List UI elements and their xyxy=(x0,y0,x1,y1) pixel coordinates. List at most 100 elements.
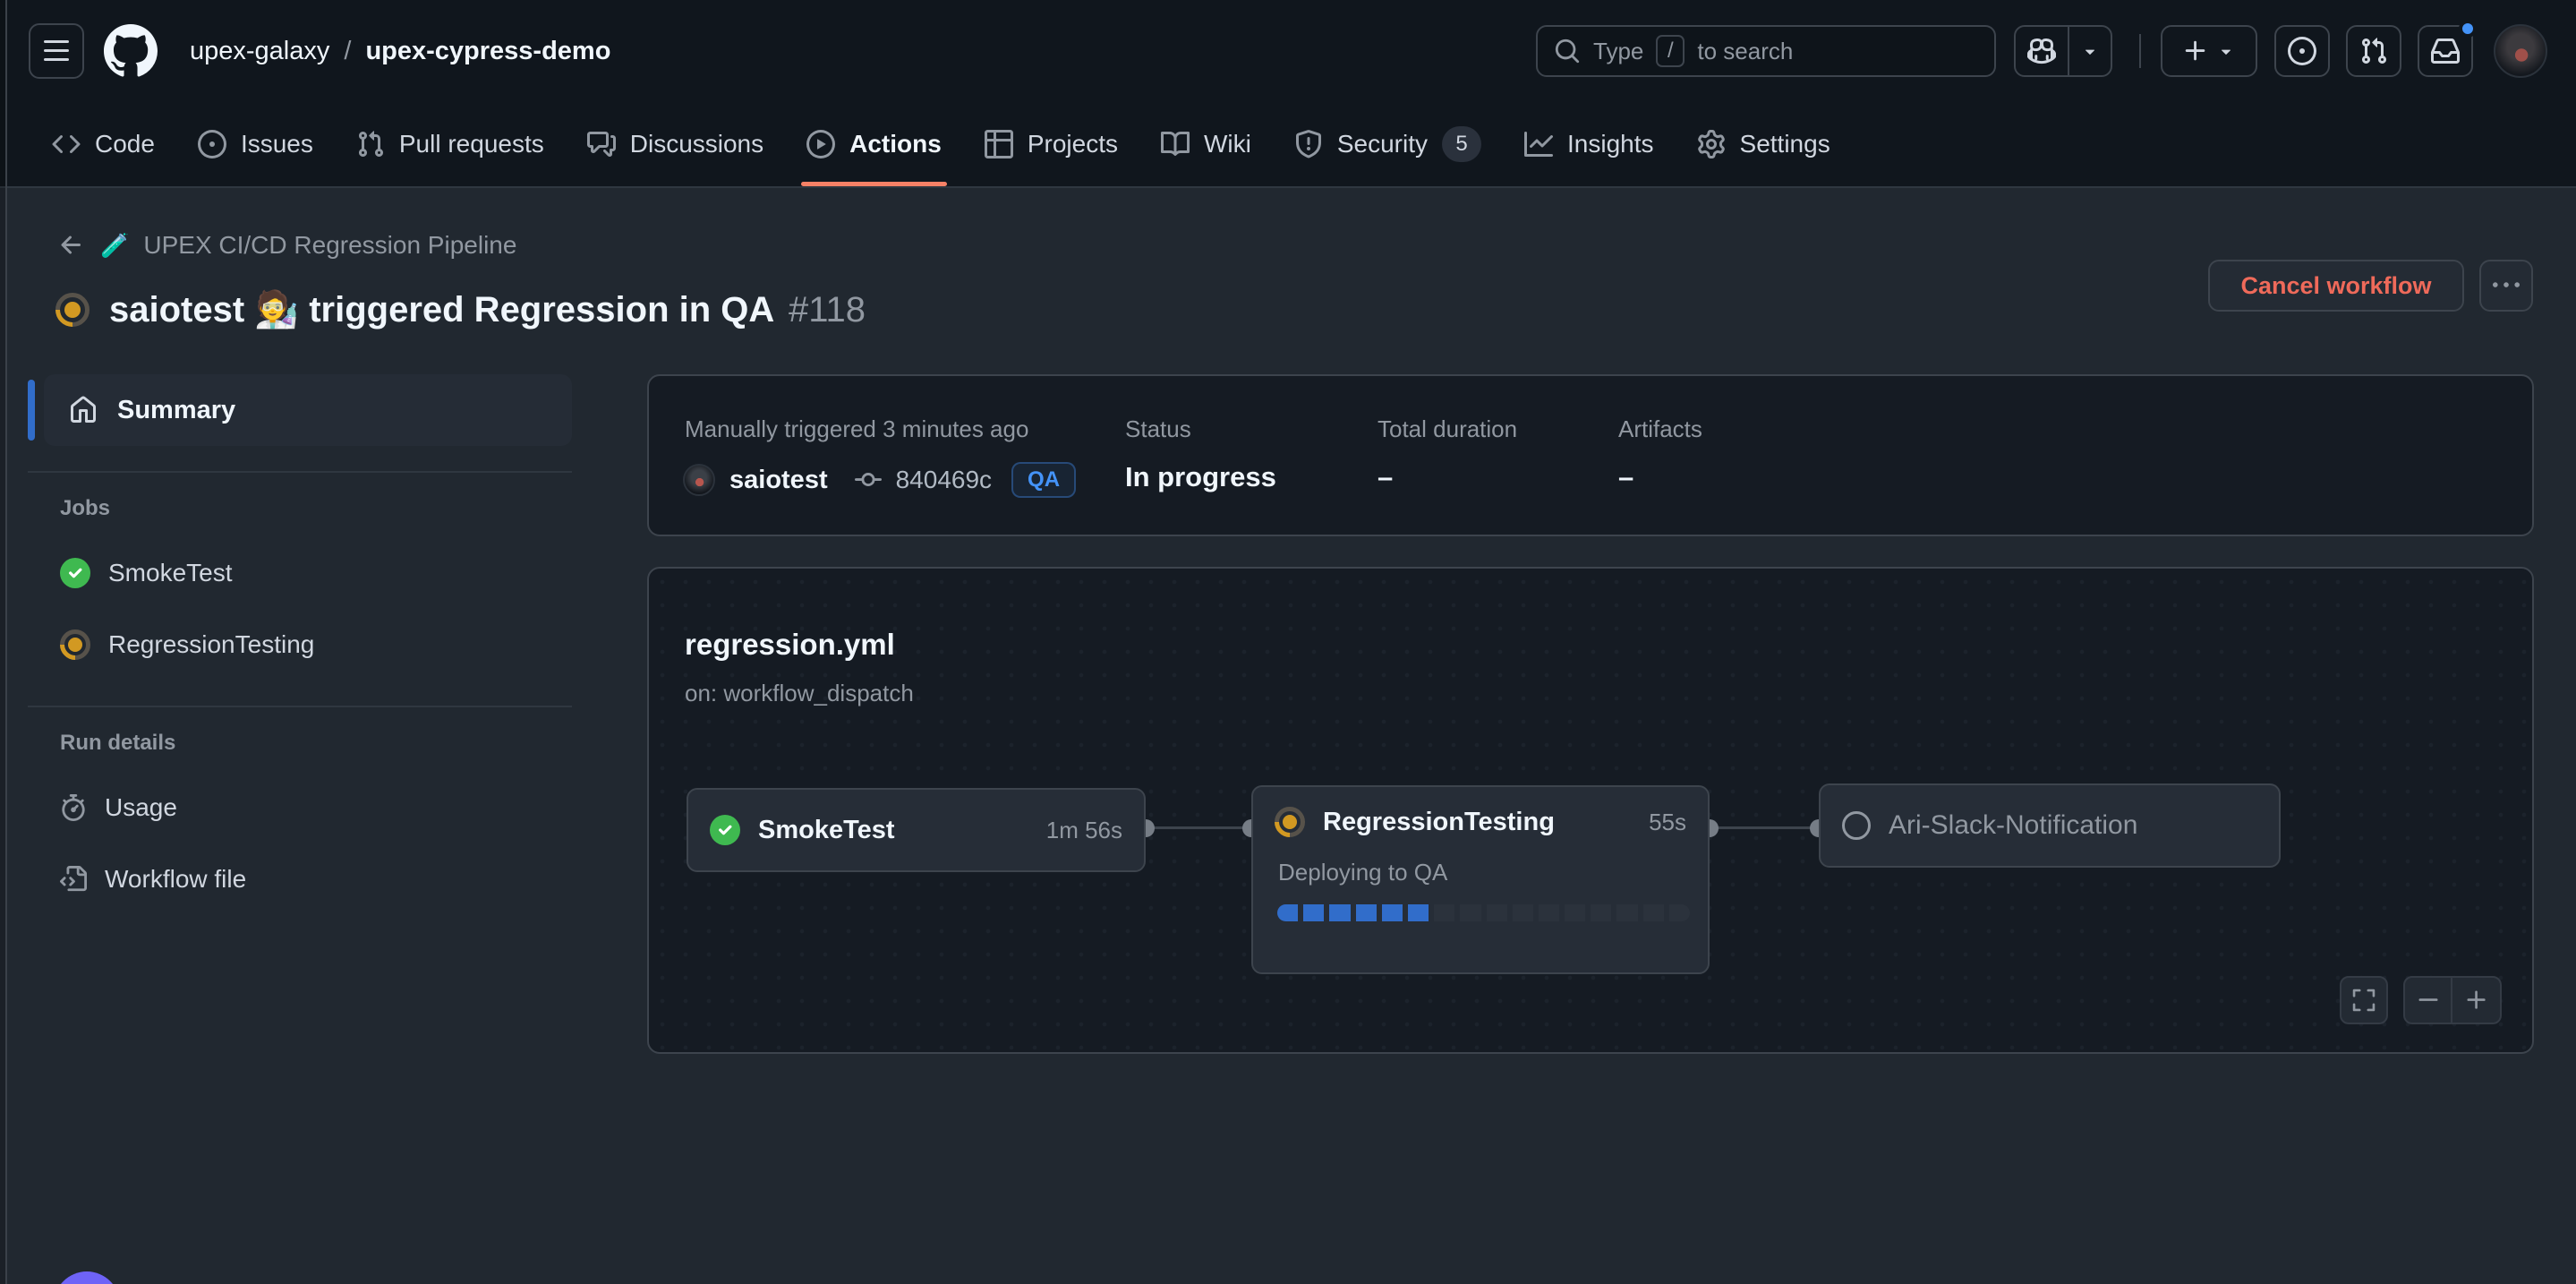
node-duration: 1m 56s xyxy=(1046,817,1122,844)
duration-value: – xyxy=(1378,461,1517,493)
tab-pull-requests[interactable]: Pull requests xyxy=(340,102,560,186)
sidebar-item-workflow-file[interactable]: Workflow file xyxy=(55,851,572,908)
sidebar-item-usage[interactable]: Usage xyxy=(55,779,572,836)
run-options-kebab-button[interactable] xyxy=(2479,260,2533,312)
workflow-trigger: on: workflow_dispatch xyxy=(685,680,914,707)
artifacts-value: – xyxy=(1618,461,1702,493)
dash-icon xyxy=(2416,988,2441,1013)
zoom-out-button[interactable] xyxy=(2405,978,2452,1023)
tab-settings[interactable]: Settings xyxy=(1681,102,1847,186)
check-circle-icon xyxy=(60,558,90,588)
zoom-in-button[interactable] xyxy=(2452,978,2500,1023)
jobs-section-label: Jobs xyxy=(60,496,572,521)
copilot-icon xyxy=(2027,37,2056,65)
tab-label: Security xyxy=(1337,130,1428,158)
stopwatch-icon xyxy=(60,794,87,821)
breadcrumb-owner[interactable]: upex-galaxy xyxy=(190,37,329,66)
git-commit-icon xyxy=(855,467,882,493)
search-icon xyxy=(1554,38,1581,64)
copilot-button-group xyxy=(2014,25,2112,77)
progress-segment xyxy=(1616,904,1637,921)
sidebar-workflow-file-label: Workflow file xyxy=(105,865,246,894)
artifacts-label: Artifacts xyxy=(1618,415,1702,443)
sidebar-job-regressiontesting[interactable]: RegressionTesting xyxy=(55,616,572,673)
in-progress-spinner-icon xyxy=(55,293,90,327)
run-sidebar: Summary Jobs SmokeTest RegressionTesting… xyxy=(28,374,572,908)
hamburger-menu-button[interactable] xyxy=(29,23,84,79)
fullscreen-button[interactable] xyxy=(2340,976,2388,1024)
node-name: RegressionTesting xyxy=(1323,808,1555,837)
graph-node-ari-slack-notification[interactable]: Ari-Slack-Notification xyxy=(1819,783,2281,868)
three-bars-icon xyxy=(42,37,71,65)
tab-actions[interactable]: Actions xyxy=(790,102,958,186)
global-issues-button[interactable] xyxy=(2274,25,2330,77)
workflow-breadcrumb-row: 🧪 UPEX CI/CD Regression Pipeline xyxy=(57,231,516,260)
commit-sha-link[interactable]: 840469c xyxy=(896,466,992,494)
in-progress-spinner-icon xyxy=(60,629,90,660)
user-avatar[interactable] xyxy=(2494,24,2547,78)
home-icon xyxy=(69,396,98,424)
run-title: saiotest 🧑‍🔬 triggered Regression in QA … xyxy=(109,288,866,330)
comment-discussion-icon xyxy=(587,130,616,158)
tab-issues[interactable]: Issues xyxy=(182,102,329,186)
run-title-row: saiotest 🧑‍🔬 triggered Regression in QA … xyxy=(55,288,866,330)
tab-label: Wiki xyxy=(1204,130,1251,158)
workflow-file-name: regression.yml xyxy=(685,628,895,662)
breadcrumb-repo[interactable]: upex-cypress-demo xyxy=(365,37,610,66)
progress-segment xyxy=(1434,904,1454,921)
artifacts-column: Artifacts – xyxy=(1618,415,1702,493)
actor-avatar[interactable] xyxy=(683,464,715,496)
actor-name[interactable]: saiotest xyxy=(729,466,828,495)
graph-node-regressiontesting[interactable]: RegressionTesting 55s Deploying to QA xyxy=(1251,785,1710,974)
sidebar-item-summary[interactable]: Summary xyxy=(44,374,572,446)
search-input[interactable]: Type / to search xyxy=(1536,25,1996,77)
in-progress-spinner-icon xyxy=(1275,807,1305,837)
code-icon xyxy=(52,130,81,158)
progress-segment xyxy=(1565,904,1585,921)
search-placeholder-suffix: to search xyxy=(1697,38,1793,65)
status-value: In progress xyxy=(1125,461,1276,493)
branch-badge[interactable]: QA xyxy=(1011,462,1076,498)
header-divider xyxy=(2139,34,2141,68)
github-logo[interactable] xyxy=(104,24,158,78)
progress-segment xyxy=(1669,904,1690,921)
duration-column: Total duration – xyxy=(1378,415,1517,493)
create-new-button[interactable] xyxy=(2161,25,2257,77)
copilot-dropdown-button[interactable] xyxy=(2069,27,2111,75)
tab-label: Issues xyxy=(241,130,313,158)
node-step-detail: Deploying to QA xyxy=(1278,859,1708,886)
table-icon xyxy=(985,130,1013,158)
progress-segment xyxy=(1643,904,1664,921)
tab-code[interactable]: Code xyxy=(36,102,171,186)
global-pull-requests-button[interactable] xyxy=(2346,25,2401,77)
floating-widget-button[interactable] xyxy=(54,1271,120,1284)
inbox-icon xyxy=(2431,37,2460,65)
arrow-left-icon[interactable] xyxy=(57,231,86,260)
play-icon xyxy=(806,130,835,158)
tab-security[interactable]: Security 5 xyxy=(1278,102,1497,186)
tab-discussions[interactable]: Discussions xyxy=(571,102,780,186)
progress-segment xyxy=(1487,904,1507,921)
node-name: Ari-Slack-Notification xyxy=(1889,810,2137,841)
progress-segment xyxy=(1329,904,1350,921)
sidebar-divider xyxy=(28,706,572,707)
book-icon xyxy=(1161,130,1190,158)
workflow-name-link[interactable]: UPEX CI/CD Regression Pipeline xyxy=(143,231,516,260)
cancel-workflow-button[interactable]: Cancel workflow xyxy=(2208,260,2464,312)
security-counter-badge: 5 xyxy=(1442,126,1481,162)
trigger-description: Manually triggered 3 minutes ago xyxy=(685,415,1028,443)
check-circle-icon xyxy=(710,815,740,845)
graph-node-smoketest[interactable]: SmokeTest 1m 56s xyxy=(687,788,1146,872)
copilot-button[interactable] xyxy=(2016,27,2069,75)
sidebar-job-smoketest[interactable]: SmokeTest xyxy=(55,544,572,602)
tab-insights[interactable]: Insights xyxy=(1508,102,1670,186)
issue-opened-icon xyxy=(198,130,226,158)
workflow-graph-card: regression.yml on: workflow_dispatch Smo… xyxy=(647,567,2534,1054)
tab-projects[interactable]: Projects xyxy=(968,102,1134,186)
search-placeholder-prefix: Type xyxy=(1593,38,1643,65)
notifications-inbox-button[interactable] xyxy=(2418,25,2473,77)
node-name: SmokeTest xyxy=(758,816,895,845)
tab-label: Code xyxy=(95,130,155,158)
tab-wiki[interactable]: Wiki xyxy=(1145,102,1267,186)
plus-icon xyxy=(2182,38,2209,64)
